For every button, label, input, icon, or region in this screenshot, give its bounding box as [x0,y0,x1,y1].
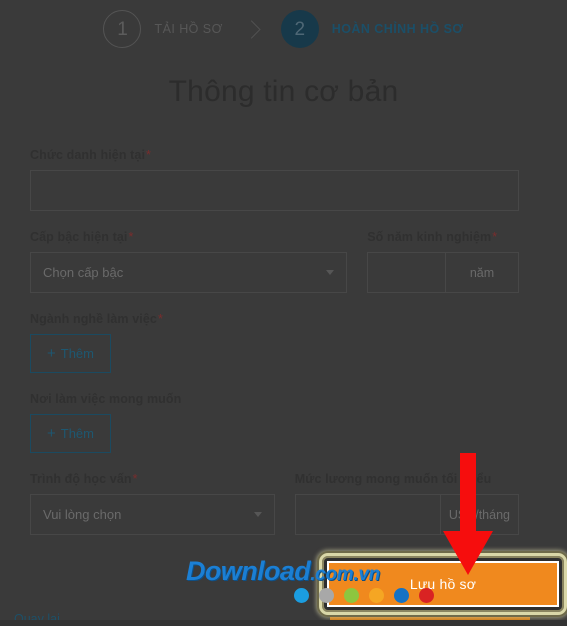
field-min-salary: Mức lương mong muốn tối thiểu USD/tháng [294,472,519,535]
field-years-experience-label: Số năm kinh nghiệm* [367,230,519,244]
stepper-step-1[interactable]: 1 TẢI HỒ SƠ [103,10,222,48]
plus-icon: + [47,345,56,362]
label-text: Chức danh hiện tại [30,148,146,162]
education-value: Vui lòng chọn [43,507,122,522]
label-text: Mức lương mong muốn tối thiểu [294,472,492,486]
required-asterisk: * [128,230,134,244]
step-1-label: TẢI HỒ SƠ [154,22,223,36]
years-experience-group: năm [367,252,519,293]
field-education: Trình độ học vấn* Vui lòng chọn [30,472,275,535]
progress-stepper: 1 TẢI HỒ SƠ 2 HOÀN CHỈNH HỒ SƠ [0,0,567,58]
current-level-value: Chọn cấp bậc [43,265,124,280]
required-asterisk [491,472,492,486]
step-2-number: 2 [294,18,306,40]
min-salary-input[interactable] [294,494,440,535]
field-industry-label: Ngành nghề làm việc* [30,312,519,326]
field-current-level: Cấp bậc hiện tại* Chọn cấp bậc [30,230,348,293]
row-education-salary: Trình độ học vấn* Vui lòng chọn Mức lươn… [30,472,519,535]
save-button-highlight: Lưu hồ sơ [319,553,567,615]
chevron-right-icon [242,19,261,39]
required-asterisk: * [492,230,498,244]
field-current-title: Chức danh hiện tại* [30,148,519,211]
field-industry: Ngành nghề làm việc* + Thêm [30,312,519,373]
field-current-level-label: Cấp bậc hiện tại* [30,230,347,244]
desired-location-add-button[interactable]: + Thêm [30,414,111,453]
row-level-experience: Cấp bậc hiện tại* Chọn cấp bậc Số năm ki… [30,230,519,293]
field-years-experience: Số năm kinh nghiệm* năm [367,230,519,293]
education-select[interactable]: Vui lòng chọn [30,494,275,535]
field-current-title-label: Chức danh hiện tại* [30,148,519,162]
field-desired-location-label: Nơi làm việc mong muốn [30,392,519,406]
years-experience-unit: năm [445,252,519,293]
save-profile-label: Lưu hồ sơ [409,576,477,592]
chevron-down-icon [253,512,262,517]
field-education-label: Trình độ học vấn* [30,472,275,486]
bottom-edge [0,620,567,626]
required-asterisk: * [132,472,138,486]
min-salary-group: USD/tháng [294,494,519,535]
desired-location-add-label: Thêm [60,426,94,441]
required-asterisk: * [157,312,163,326]
industry-add-label: Thêm [60,346,94,361]
step-2-circle: 2 [280,10,319,48]
step-1-number: 1 [117,18,128,40]
stepper-step-2[interactable]: 2 HOÀN CHỈNH HỒ SƠ [280,10,464,48]
stepper-separator [223,19,281,39]
field-min-salary-label: Mức lương mong muốn tối thiểu [295,472,519,486]
current-level-select[interactable]: Chọn cấp bậc [30,252,348,293]
years-experience-input[interactable] [367,252,445,293]
required-asterisk: * [146,148,151,162]
basic-info-form: Chức danh hiện tại* Cấp bậc hiện tại* Ch… [30,148,519,554]
save-profile-button[interactable]: Lưu hồ sơ [327,561,559,607]
label-text: Ngành nghề làm việc [30,312,157,326]
step-1-circle: 1 [103,10,142,48]
label-text: Số năm kinh nghiệm [367,230,492,244]
required-asterisk [181,392,182,406]
min-salary-unit: USD/tháng [439,494,519,535]
label-text: Nơi làm việc mong muốn [30,392,182,406]
label-text: Cấp bậc hiện tại [30,230,128,244]
plus-icon: + [47,425,56,442]
page-root: 1 TẢI HỒ SƠ 2 HOÀN CHỈNH HỒ SƠ Thông tin… [0,0,567,626]
step-2-label: HOÀN CHỈNH HỒ SƠ [331,22,464,36]
chevron-down-icon [326,270,335,275]
current-title-input[interactable] [30,170,519,211]
label-text: Trình độ học vấn [30,472,132,486]
field-desired-location: Nơi làm việc mong muốn + Thêm [30,392,519,453]
industry-add-button[interactable]: + Thêm [30,334,111,373]
watermark-dot [294,588,309,603]
page-title: Thông tin cơ bản [168,75,399,108]
watermark-brand: Download [186,556,311,586]
